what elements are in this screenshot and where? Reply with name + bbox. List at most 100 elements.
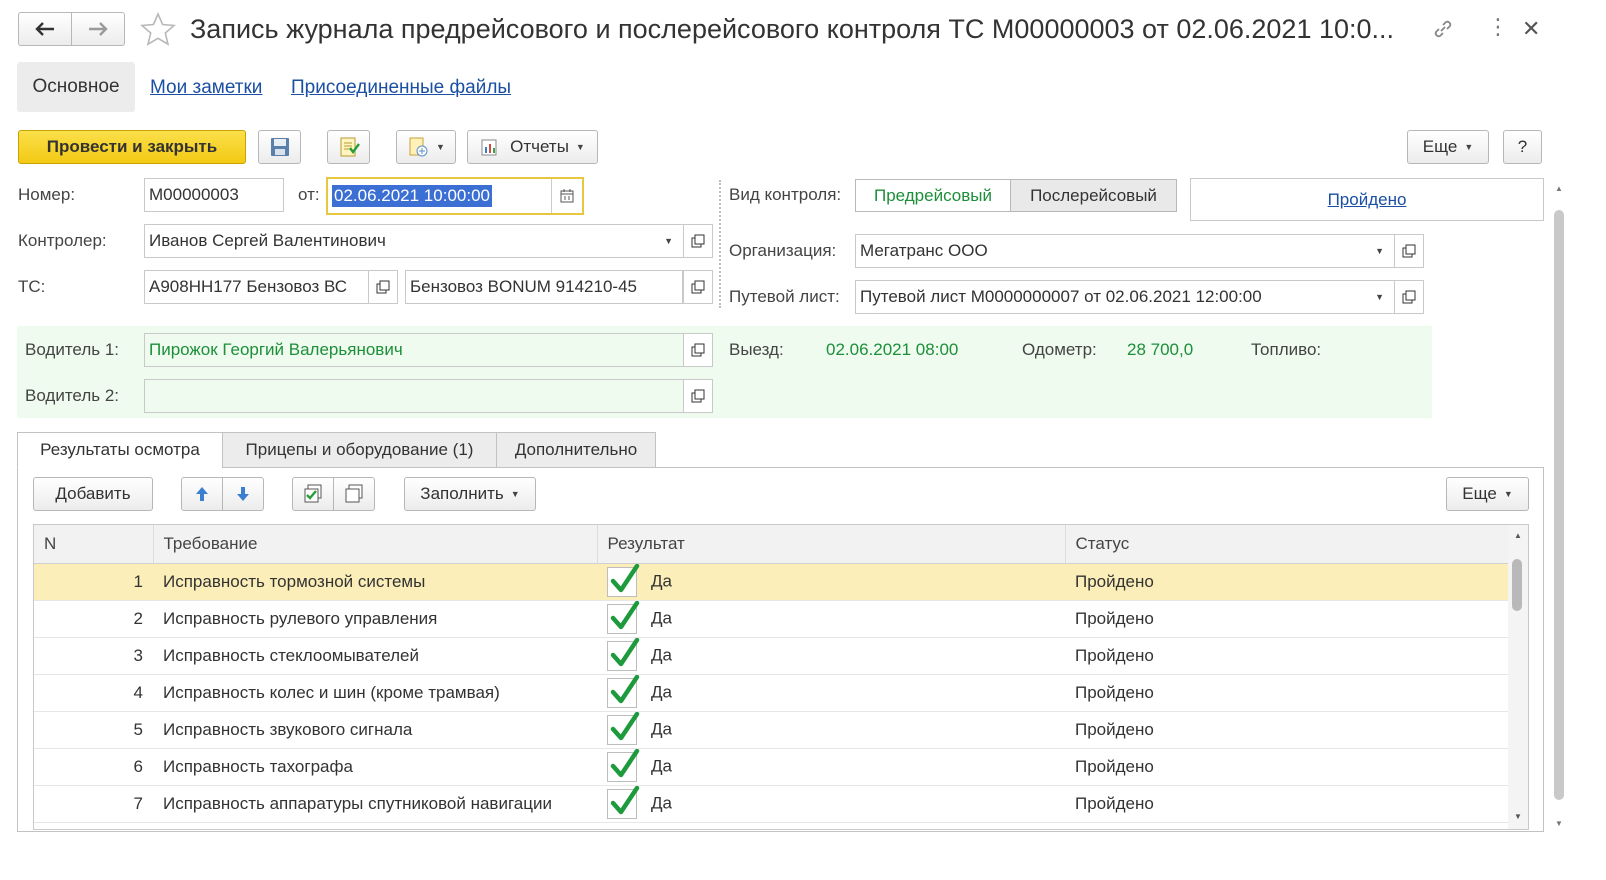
result-value: Да — [651, 644, 672, 664]
controller-field[interactable]: Иванов Сергей Валентинович ▼ — [144, 224, 684, 258]
calendar-icon[interactable] — [551, 179, 582, 213]
result-value: Да — [651, 607, 672, 627]
form-scrollbar[interactable]: ▲ ▼ — [1551, 180, 1567, 830]
row-result: Да — [597, 785, 1065, 823]
chevron-down-icon[interactable]: ▼ — [1375, 246, 1384, 256]
uncheck-all-button[interactable] — [333, 477, 375, 511]
control-type-label: Вид контроля: — [729, 185, 842, 204]
scroll-thumb[interactable] — [1512, 559, 1522, 611]
driver2-field[interactable] — [144, 379, 684, 413]
result-checkbox[interactable] — [607, 600, 640, 634]
column-splitter[interactable] — [719, 180, 721, 308]
chevron-down-icon[interactable]: ▼ — [664, 236, 673, 246]
open-icon — [691, 389, 705, 403]
result-checkbox[interactable] — [607, 674, 640, 708]
table-row[interactable]: 2 Исправность рулевого управления Да Пройде… — [34, 600, 1508, 638]
add-button[interactable]: Добавить — [33, 477, 153, 511]
table-row[interactable]: 3 Исправность стеклоомывателей Да Пройдено — [34, 637, 1508, 675]
form-scroll-down-arrow[interactable]: ▼ — [1555, 819, 1563, 828]
row-number: 2 — [34, 600, 153, 638]
result-checkbox[interactable] — [607, 563, 640, 597]
result-checkbox[interactable] — [607, 785, 640, 819]
post-and-close-button[interactable]: Провести и закрыть — [18, 130, 246, 164]
close-icon[interactable]: ✕ — [1522, 16, 1540, 42]
waybill-field[interactable]: Путевой лист М0000000007 от 02.06.2021 1… — [855, 280, 1395, 314]
row-number: 7 — [34, 785, 153, 823]
tab-attached-files[interactable]: Присоединенные файлы — [291, 77, 511, 99]
result-checkbox[interactable] — [607, 711, 640, 745]
col-result-header[interactable]: Результат — [597, 525, 1066, 564]
table-row[interactable]: 6 Исправность тахографа Да Пройдено — [34, 748, 1508, 786]
ts-model-field[interactable]: Бензовоз BONUM 914210-45 — [405, 270, 683, 304]
number-label: Номер: — [18, 185, 76, 204]
org-field[interactable]: Мегатранс ООО ▼ — [855, 234, 1395, 268]
link-icon[interactable] — [1432, 18, 1454, 45]
forward-button[interactable] — [71, 12, 125, 46]
table-scrollbar[interactable]: ▲ ▼ — [1508, 525, 1528, 829]
control-type-post[interactable]: Послерейсовый — [1010, 179, 1177, 212]
move-up-button[interactable] — [181, 477, 223, 511]
control-type-pre-label: Предрейсовый — [874, 185, 992, 205]
status-link[interactable]: Пройдено — [1328, 190, 1407, 210]
driver1-label: Водитель 1: — [25, 340, 119, 359]
date-field[interactable]: 02.06.2021 10:00:00 — [326, 177, 584, 215]
move-down-button[interactable] — [222, 477, 264, 511]
result-checkbox[interactable] — [607, 637, 640, 671]
col-status-header[interactable]: Статус — [1065, 525, 1509, 564]
result-checkbox[interactable] — [607, 748, 640, 782]
tab-main[interactable]: Основное — [17, 62, 135, 112]
col-n-header[interactable]: N — [34, 525, 154, 564]
row-requirement: Исправность аппаратуры спутниковой навиг… — [153, 785, 597, 823]
table-row[interactable]: 1 Исправность тормозной системы Да Пройдено — [34, 563, 1508, 601]
row-result: Да — [597, 637, 1065, 675]
check-all-icon — [304, 484, 322, 503]
fill-button[interactable]: Заполнить ▼ — [404, 477, 536, 511]
number-field[interactable]: М00000003 — [144, 178, 284, 212]
table-row[interactable]: 7 Исправность аппаратуры спутниковой нави… — [34, 785, 1508, 823]
open-org-button[interactable] — [1394, 234, 1424, 268]
tab-trailers[interactable]: Прицепы и оборудование (1) — [222, 432, 497, 468]
save-button[interactable] — [258, 130, 301, 164]
form-scroll-thumb[interactable] — [1554, 210, 1564, 800]
scroll-up-arrow[interactable]: ▲ — [1514, 531, 1522, 540]
open-icon — [1402, 244, 1416, 258]
add-label: Добавить — [55, 484, 131, 503]
tab-my-notes[interactable]: Мои заметки — [150, 77, 262, 99]
help-button[interactable]: ? — [1503, 130, 1542, 164]
post-document-button[interactable] — [327, 130, 370, 164]
row-requirement: Исправность рулевого управления — [153, 600, 597, 638]
open-driver2-button[interactable] — [683, 379, 713, 413]
control-type-pre[interactable]: Предрейсовый — [855, 179, 1011, 212]
tab-inspection-results[interactable]: Результаты осмотра — [17, 432, 223, 468]
row-requirement: Исправность звукового сигнала — [153, 711, 597, 749]
more-menu-icon[interactable]: ⋮ — [1487, 14, 1509, 40]
waybill-value: Путевой лист М0000000007 от 02.06.2021 1… — [860, 287, 1262, 306]
table-row[interactable]: 5 Исправность звукового сигнала Да Пройдено — [34, 711, 1508, 749]
driver1-field[interactable]: Пирожок Георгий Валерьянович — [144, 333, 684, 367]
date-value: 02.06.2021 10:00:00 — [332, 185, 492, 207]
tab-additional[interactable]: Дополнительно — [496, 432, 656, 468]
favorite-star-icon[interactable] — [140, 12, 176, 51]
table-row[interactable]: 4 Исправность колес и шин (кроме трамвая)… — [34, 674, 1508, 712]
open-waybill-button[interactable] — [1394, 280, 1424, 314]
form-scroll-up-arrow[interactable]: ▲ — [1555, 184, 1563, 193]
uncheck-all-icon — [345, 484, 363, 503]
checkmark-icon — [610, 785, 640, 814]
open-controller-button[interactable] — [683, 224, 713, 258]
back-button[interactable] — [18, 12, 72, 46]
open-ts-button[interactable] — [368, 270, 398, 304]
scroll-down-arrow[interactable]: ▼ — [1514, 812, 1522, 821]
chevron-down-icon[interactable]: ▼ — [1375, 292, 1384, 302]
help-label: ? — [1517, 137, 1528, 156]
reports-button[interactable]: Отчеты ▼ — [467, 130, 598, 164]
row-status: Пройдено — [1065, 600, 1508, 638]
more-button[interactable]: Еще ▼ — [1407, 130, 1489, 164]
open-driver1-button[interactable] — [683, 333, 713, 367]
table-more-button[interactable]: Еще ▼ — [1446, 477, 1529, 511]
check-all-button[interactable] — [292, 477, 334, 511]
create-based-on-button[interactable]: ▼ — [396, 130, 456, 164]
col-requirement-header[interactable]: Требование — [153, 525, 598, 564]
odometer-value: 28 700,0 — [1127, 340, 1194, 359]
ts-field[interactable]: А908НН177 Бензовоз ВС — [144, 270, 369, 304]
open-ts-model-button[interactable] — [683, 270, 713, 304]
